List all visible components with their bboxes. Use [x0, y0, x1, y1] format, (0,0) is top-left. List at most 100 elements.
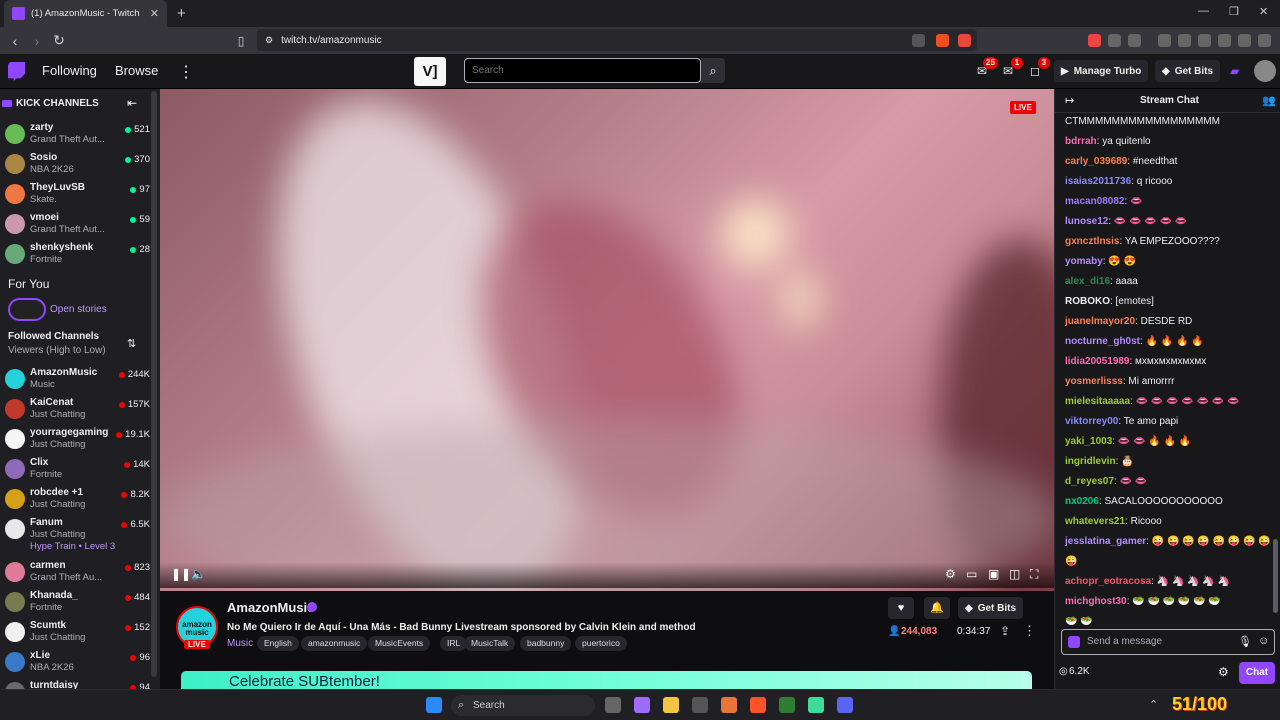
- get-bits-stream-button[interactable]: ◆ Get Bits: [958, 597, 1024, 619]
- theatre-icon[interactable]: ◫: [1009, 567, 1020, 581]
- chat-username[interactable]: macan08082: [1065, 196, 1125, 207]
- brave-shield-icon[interactable]: [936, 34, 949, 47]
- chat-scrollbar[interactable]: [1273, 539, 1278, 613]
- chat-send-button[interactable]: Chat: [1239, 662, 1275, 684]
- extension-icon[interactable]: [1088, 34, 1101, 47]
- store-icon[interactable]: [692, 697, 708, 713]
- followed-channel-item[interactable]: xLie NBA 2K26 96: [5, 650, 150, 680]
- chat-username[interactable]: ROBOKO: [1065, 296, 1110, 307]
- chat-username[interactable]: michghost30: [1065, 596, 1127, 607]
- followed-channel-item[interactable]: turntdaisy 94: [5, 680, 150, 689]
- extension-logo-icon[interactable]: V]: [414, 57, 446, 86]
- open-stories-link[interactable]: Open stories: [50, 304, 107, 315]
- music-icon[interactable]: [1158, 34, 1171, 47]
- app-icon[interactable]: [808, 697, 824, 713]
- video-player[interactable]: [160, 89, 1054, 591]
- follow-heart-button[interactable]: ♥: [888, 597, 914, 619]
- followed-channel-item[interactable]: yourragegaming Just Chatting 19.1K: [5, 427, 150, 457]
- channel-points[interactable]: 6.2K: [1069, 666, 1090, 677]
- sort-icon[interactable]: ⇅: [127, 337, 136, 350]
- chat-username[interactable]: alex_di16: [1065, 276, 1110, 287]
- chat-username[interactable]: bdrrah: [1065, 136, 1097, 147]
- share-icon[interactable]: [912, 34, 925, 47]
- chat-username[interactable]: viktorrey00: [1065, 416, 1118, 427]
- chat-username[interactable]: yosmerlisss: [1065, 376, 1123, 387]
- browse-link[interactable]: Browse: [115, 63, 158, 78]
- mic-icon[interactable]: 🎙: [1238, 635, 1252, 648]
- brave-icon[interactable]: [750, 697, 766, 713]
- collapse-chat-icon[interactable]: ↦: [1065, 94, 1074, 107]
- pause-icon[interactable]: ❚❚: [171, 567, 191, 581]
- stream-tag[interactable]: MusicTalk: [464, 636, 516, 651]
- followed-channel-item[interactable]: Scumtk Just Chatting 152: [5, 620, 150, 650]
- chat-username[interactable]: juanelmayor20: [1065, 316, 1135, 327]
- clip-icon[interactable]: ▣: [988, 567, 999, 581]
- more-options-icon[interactable]: ⋮: [1023, 623, 1036, 639]
- address-bar[interactable]: ⚙ twitch.tv/amazonmusic: [257, 29, 977, 51]
- chat-users-icon[interactable]: 👥: [1262, 94, 1276, 107]
- chat-username[interactable]: whatevers21: [1065, 516, 1125, 527]
- start-icon[interactable]: [426, 697, 442, 713]
- task-view-icon[interactable]: [605, 697, 621, 713]
- prime-icon[interactable]: ▰: [1230, 64, 1244, 78]
- chat-username[interactable]: achopr_eotracosa: [1065, 576, 1151, 587]
- maximize-icon[interactable]: ❐: [1229, 5, 1239, 18]
- sidebar-scrollbar[interactable]: [151, 91, 157, 677]
- back-icon[interactable]: ‹: [4, 33, 26, 49]
- reload-icon[interactable]: ↻: [48, 32, 70, 49]
- followed-channel-item[interactable]: carmen Grand Theft Au... 823: [5, 560, 150, 590]
- category-link[interactable]: Music: [227, 638, 253, 649]
- chat-settings-icon[interactable]: ⚙: [1218, 665, 1229, 679]
- extension-icon[interactable]: [1128, 34, 1141, 47]
- more-menu-icon[interactable]: ⋮: [178, 62, 194, 82]
- chat-username[interactable]: nocturne_gh0st: [1065, 336, 1140, 347]
- settings-icon[interactable]: ⚙: [945, 567, 956, 581]
- twitch-logo-icon[interactable]: [8, 62, 25, 81]
- search-button[interactable]: ⌕: [701, 58, 725, 83]
- stream-tag[interactable]: amazonmusic: [301, 636, 368, 651]
- vpn-icon[interactable]: [1238, 34, 1251, 47]
- chat-username[interactable]: gxncztlnsis: [1065, 236, 1119, 247]
- brave-rewards-icon[interactable]: [958, 34, 971, 47]
- copilot-icon[interactable]: [634, 697, 650, 713]
- channel-name[interactable]: AmazonMusic: [227, 600, 314, 615]
- taskbar-search[interactable]: ⌕ Search: [451, 695, 595, 716]
- followed-channel-item[interactable]: KaiCenat Just Chatting 157K: [5, 397, 150, 427]
- chat-username[interactable]: isaias2011736: [1065, 176, 1131, 187]
- kick-channel-item[interactable]: shenkyshenk Fortnite 28: [5, 242, 150, 272]
- forward-icon[interactable]: ›: [26, 33, 48, 49]
- discord-icon[interactable]: [837, 697, 853, 713]
- followed-channel-item[interactable]: Khanada_ Fortnite 484: [5, 590, 150, 620]
- chat-identity-icon[interactable]: [1068, 636, 1080, 648]
- channel-points-icon[interactable]: ◎: [1059, 666, 1068, 677]
- subtember-banner[interactable]: Celebrate SUBtember!: [181, 671, 1032, 689]
- collapse-sidebar-icon[interactable]: ⇤: [127, 96, 137, 110]
- stream-tag[interactable]: badbunny: [520, 636, 572, 651]
- fullscreen-icon[interactable]: ⛶: [1030, 567, 1038, 582]
- excel-icon[interactable]: [779, 697, 795, 713]
- followed-channel-item[interactable]: AmazonMusic Music 244K: [5, 367, 150, 397]
- kick-channel-item[interactable]: zarty Grand Theft Aut... 521: [5, 122, 150, 152]
- followed-channel-item[interactable]: robcdee +1 Just Chatting 8.2K: [5, 487, 150, 517]
- chat-username[interactable]: mielesitaaaaa: [1065, 396, 1130, 407]
- wallet-icon[interactable]: [1198, 34, 1211, 47]
- close-tab-icon[interactable]: ✕: [150, 7, 159, 20]
- chat-input[interactable]: Send a message 🎙 ☺: [1061, 629, 1275, 655]
- stories-avatar[interactable]: [8, 298, 46, 321]
- stream-tag[interactable]: MusicEvents: [368, 636, 431, 651]
- file-explorer-icon[interactable]: [663, 697, 679, 713]
- notification-bell-button[interactable]: 🔔: [924, 597, 950, 619]
- search-input[interactable]: [464, 58, 701, 83]
- leo-icon[interactable]: [1218, 34, 1231, 47]
- user-avatar[interactable]: [1254, 60, 1276, 82]
- get-bits-button[interactable]: ◆ Get Bits: [1155, 60, 1221, 82]
- chat-username[interactable]: ingridlevin: [1065, 456, 1116, 467]
- volume-icon[interactable]: 🔈: [191, 567, 206, 581]
- menu-icon[interactable]: [1258, 34, 1271, 47]
- extension-icon[interactable]: [1108, 34, 1121, 47]
- site-info-icon[interactable]: ⚙: [265, 35, 273, 46]
- followed-channel-item[interactable]: Clix Fortnite 14K: [5, 457, 150, 487]
- stream-tag[interactable]: puertorico: [575, 636, 627, 651]
- tray-overflow-icon[interactable]: ⌃: [1149, 698, 1158, 711]
- window-close-icon[interactable]: ✕: [1259, 5, 1268, 18]
